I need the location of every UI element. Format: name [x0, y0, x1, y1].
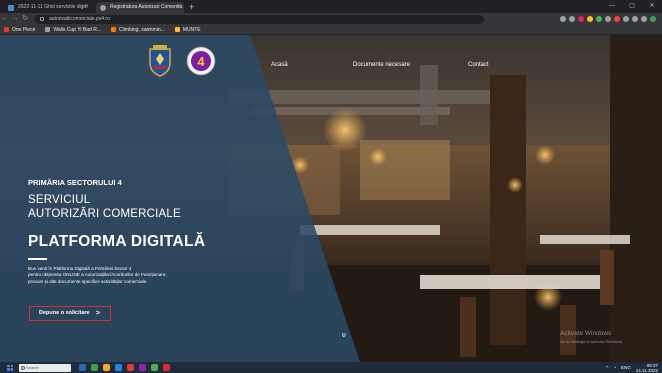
browser-tab-active[interactable]: Registratura Autorizari Comercia ✕ — [96, 2, 184, 13]
clock-date: 14.11.2022 — [635, 367, 658, 373]
taskbar-search-placeholder: Search — [26, 364, 39, 370]
submit-request-label: Depune o solicitare — [39, 310, 90, 316]
tab-title: Registratura Autorizari Comercia — [110, 4, 183, 10]
taskbar-app-icon[interactable] — [79, 364, 86, 371]
hero-subtitle: PRIMĂRIA SECTORULUI 4 — [28, 178, 122, 187]
language-indicator[interactable]: ENG — [621, 365, 631, 370]
extension-icon[interactable] — [632, 16, 638, 22]
close-tab-icon[interactable]: ✕ — [176, 2, 181, 13]
bookmark-label: Walls Cup Yi Bad R... — [53, 26, 101, 33]
extension-icon[interactable] — [596, 16, 602, 22]
taskbar-app-icon[interactable] — [115, 364, 122, 371]
forward-icon[interactable]: → — [10, 13, 20, 25]
sector4-logo[interactable]: 4 — [186, 46, 216, 76]
taskbar-app-icon[interactable] — [151, 364, 158, 371]
windows-taskbar: Search ^ ◔ ENG 00:27 14.11.2022 — [0, 362, 662, 373]
bookmark-item[interactable]: MUNTE — [174, 26, 201, 33]
windows-start-icon[interactable] — [7, 364, 13, 371]
network-icon[interactable]: ◔ — [613, 365, 616, 370]
taskbar-search-input[interactable]: Search — [19, 363, 71, 372]
hero-title-line1: SERVICIUL — [28, 194, 91, 206]
minimize-icon[interactable]: — — [602, 0, 622, 13]
system-tray: ^ ◔ ENG 00:27 14.11.2022 — [606, 362, 658, 373]
svg-text:4: 4 — [197, 54, 205, 69]
bookmark-icon — [45, 27, 51, 32]
back-icon[interactable]: ← — [0, 13, 10, 25]
extension-icon[interactable] — [623, 16, 629, 22]
watermark-title: Activate Windows — [560, 330, 612, 337]
bookmark-item[interactable]: Walls Cup Yi Bad R... — [45, 27, 101, 33]
extension-icon[interactable] — [650, 16, 656, 22]
screen: 2022-11-11 Ghid serviciile digit ✕ Regis… — [0, 0, 662, 373]
extension-icon[interactable] — [578, 16, 584, 22]
extensions-tray — [560, 16, 656, 22]
site-favicon-icon — [100, 5, 106, 11]
windows-activation-watermark: Activate Windows Go to Settings to activ… — [560, 330, 623, 344]
nav-link-home[interactable]: Acasă — [271, 62, 288, 68]
scroll-down-icon[interactable]: » — [340, 332, 350, 337]
address-bar: ← → ↻ autorizatiicomerciale.ps4.ro — [0, 13, 662, 25]
taskbar-apps — [79, 364, 170, 371]
bookmark-label: MUNTE — [182, 26, 201, 33]
nav-link-documents[interactable]: Documente necesare — [353, 62, 410, 68]
tab-title: 2022-11-11 Ghid serviciile digit — [18, 4, 86, 10]
clock[interactable]: 00:27 14.11.2022 — [636, 363, 658, 373]
bookmark-item[interactable]: One Piece — [4, 27, 35, 33]
bookmark-icon — [110, 27, 116, 32]
hero-title-line2: AUTORIZĂRI COMERCIALE — [28, 208, 181, 220]
taskbar-app-icon[interactable] — [91, 364, 98, 371]
window-controls: — ▢ ✕ — [602, 0, 662, 13]
taskbar-app-icon[interactable] — [139, 364, 146, 371]
bookmark-item[interactable]: Climbing, swimmin... — [110, 26, 165, 33]
bookmarks-bar: One Piece Walls Cup Yi Bad R... Climbing… — [0, 25, 662, 35]
extension-icon[interactable] — [605, 16, 611, 22]
bookmark-label: One Piece — [12, 26, 36, 33]
restore-icon[interactable]: ▢ — [622, 0, 642, 13]
bookmark-label: Climbing, swimmin... — [118, 26, 165, 33]
browser-tab-bar: 2022-11-11 Ghid serviciile digit ✕ Regis… — [0, 0, 662, 13]
url-text: autorizatiicomerciale.ps4.ro — [49, 16, 110, 22]
url-input[interactable]: autorizatiicomerciale.ps4.ro — [34, 14, 484, 24]
hero-description-line: precum și alte documente specifice activ… — [28, 278, 148, 284]
submit-request-button[interactable]: Depune o solicitare > — [29, 306, 111, 321]
bookmark-icon — [4, 27, 9, 32]
document-favicon-icon — [8, 5, 14, 11]
new-tab-icon[interactable]: + — [189, 2, 194, 13]
taskbar-app-icon[interactable] — [127, 364, 134, 371]
taskbar-app-icon[interactable] — [163, 364, 170, 371]
extension-icon[interactable] — [569, 16, 575, 22]
lock-icon — [40, 17, 44, 21]
hero-divider — [28, 258, 47, 260]
close-window-icon[interactable]: ✕ — [642, 0, 662, 13]
hero-description: Bun venit în Platforma Digitală a Primăr… — [28, 266, 258, 285]
extension-icon[interactable] — [560, 16, 566, 22]
chevron-right-icon: > — [95, 310, 100, 317]
nav-link-contact[interactable]: Contact — [468, 62, 489, 68]
close-tab-icon[interactable]: ✕ — [84, 2, 89, 13]
taskbar-app-icon[interactable] — [103, 364, 110, 371]
browser-tab[interactable]: 2022-11-11 Ghid serviciile digit ✕ — [4, 2, 92, 13]
reload-icon[interactable]: ↻ — [20, 13, 30, 25]
bucharest-coat-of-arms-logo[interactable] — [147, 45, 173, 77]
watermark-subtitle: Go to Settings to activate Windows. — [560, 339, 624, 344]
extension-icon[interactable] — [614, 16, 620, 22]
folder-icon — [174, 27, 180, 32]
hero-main-title: PLATFORMA DIGITALĂ — [28, 233, 206, 250]
site-navbar: 4 Acasă Documente necesare Contact — [0, 35, 662, 77]
web-page: 4 Acasă Documente necesare Contact PRIMĂ… — [0, 35, 662, 362]
chevron-up-icon[interactable]: ^ — [606, 365, 608, 370]
extension-icon[interactable] — [641, 16, 647, 22]
extension-icon[interactable] — [587, 16, 593, 22]
